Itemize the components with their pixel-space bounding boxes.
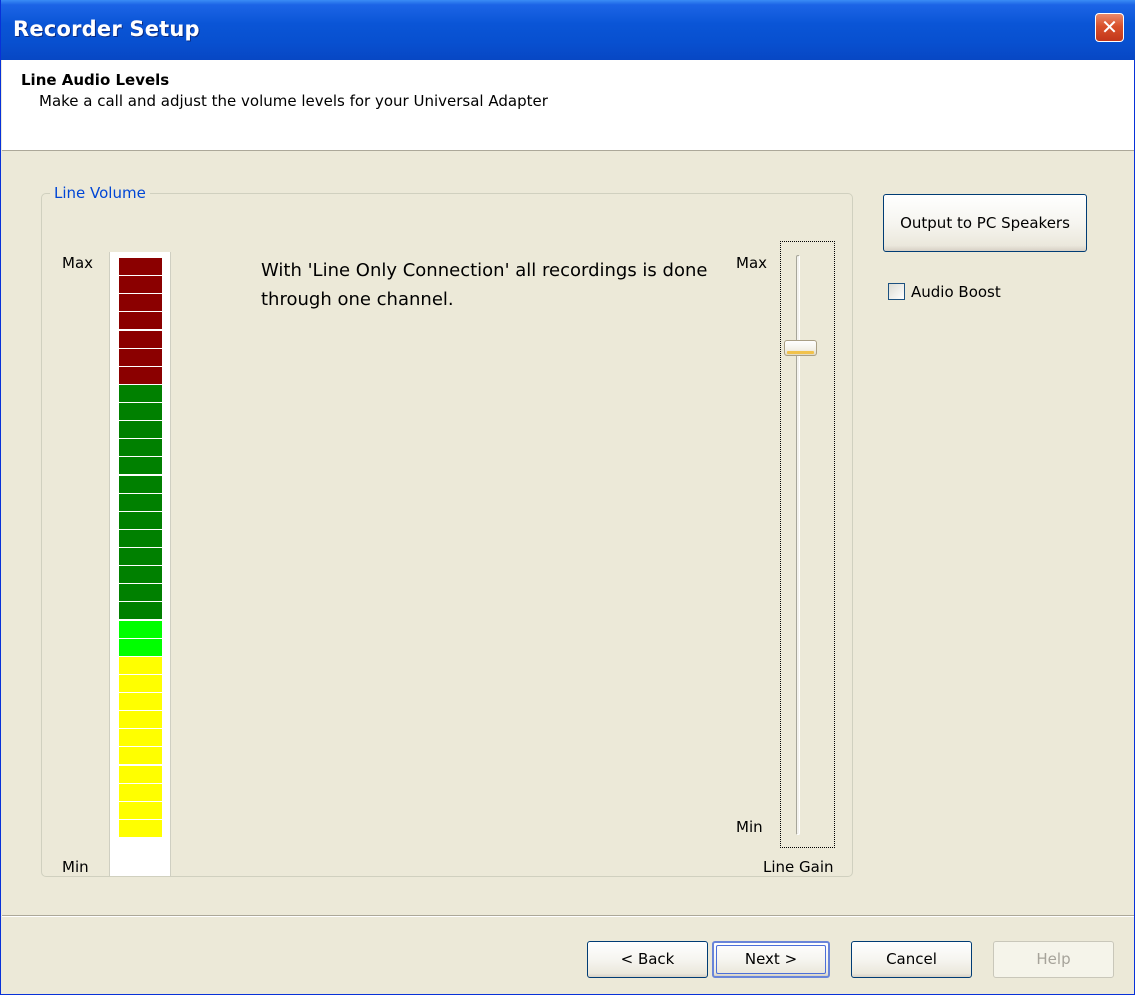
title-bar[interactable]: Recorder Setup ✕: [1, 0, 1135, 60]
meter-segment-yellow: [119, 765, 162, 783]
close-button[interactable]: ✕: [1095, 13, 1124, 42]
close-icon: ✕: [1101, 15, 1118, 39]
meter-segment-bright_green: [119, 638, 162, 656]
meter-max-label: Max: [62, 254, 94, 272]
connection-description: With 'Line Only Connection' all recordin…: [261, 260, 708, 310]
meter-segment-red: [119, 312, 162, 330]
meter-segment-yellow: [119, 819, 162, 837]
line-gain-label: Line Gain: [763, 858, 834, 876]
meter-segment-yellow: [119, 729, 162, 747]
line-gain-slider-thumb[interactable]: [784, 339, 817, 356]
meter-segment-yellow: [119, 711, 162, 729]
meter-segment-dark_green: [119, 421, 162, 439]
meter-segment-dark_green: [119, 384, 162, 402]
meter-segment-red: [119, 330, 162, 348]
meter-segment-dark_green: [119, 548, 162, 565]
next-button-label: Next >: [744, 950, 798, 968]
cancel-button[interactable]: Cancel: [851, 941, 972, 978]
meter-segment-yellow: [119, 801, 162, 819]
meter-segment-red: [119, 348, 162, 366]
help-button[interactable]: Help: [993, 941, 1114, 978]
line-volume-group-label: Line Volume: [50, 184, 150, 202]
volume-level-meter: [109, 252, 171, 876]
gain-slider-min-label: Min: [736, 818, 763, 836]
back-button[interactable]: < Back: [587, 941, 708, 978]
meter-segment-dark_green: [119, 493, 162, 511]
meter-segment-dark_green: [119, 457, 162, 475]
meter-segment-dark_green: [119, 602, 162, 620]
meter-segment-yellow: [119, 747, 162, 765]
meter-segment-yellow: [119, 656, 162, 674]
meter-segment-dark_green: [119, 529, 162, 547]
meter-segment-bright_green: [119, 620, 162, 638]
meter-segment-yellow: [119, 693, 162, 710]
meter-segment-dark_green: [119, 511, 162, 529]
meter-segment-yellow: [119, 674, 162, 692]
meter-segment-red: [119, 366, 162, 384]
output-to-pc-speakers-button[interactable]: Output to PC Speakers: [883, 194, 1087, 252]
meter-min-label: Min: [62, 858, 89, 876]
window-title: Recorder Setup: [13, 17, 200, 41]
page-subtitle: Make a call and adjust the volume levels…: [39, 92, 548, 110]
meter-segment-red: [119, 258, 162, 275]
page-title: Line Audio Levels: [21, 71, 170, 89]
meter-segment-dark_green: [119, 403, 162, 420]
audio-boost-label[interactable]: Audio Boost: [911, 283, 1001, 301]
meter-segment-dark_green: [119, 584, 162, 602]
meter-segment-dark_green: [119, 439, 162, 457]
meter-segment-dark_green: [119, 475, 162, 493]
footer-divider: [2, 915, 1134, 917]
meter-segment-yellow: [119, 783, 162, 801]
gain-slider-max-label: Max: [736, 254, 768, 272]
meter-segment-red: [119, 294, 162, 312]
recorder-setup-window: Recorder Setup ✕ Line Audio Levels Make …: [0, 0, 1135, 995]
meter-segment-red: [119, 276, 162, 294]
meter-segment-dark_green: [119, 566, 162, 584]
wizard-header: Line Audio Levels Make a call and adjust…: [2, 60, 1134, 151]
next-button[interactable]: Next >: [712, 941, 830, 978]
audio-boost-checkbox[interactable]: [888, 283, 905, 300]
gain-slider-focus-rect: [780, 241, 835, 848]
